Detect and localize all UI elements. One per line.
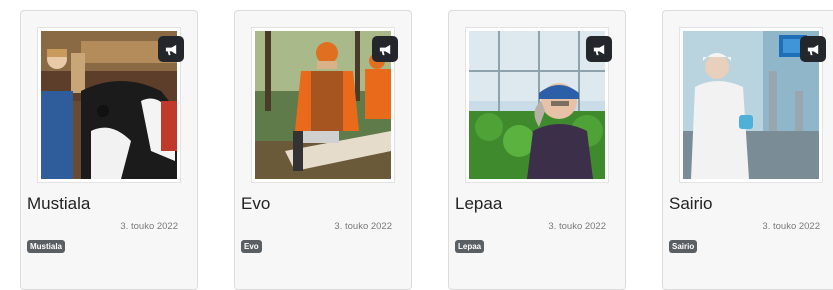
megaphone-icon[interactable] [372, 36, 398, 62]
card-date: 3. touko 2022 [120, 221, 178, 232]
card-mustiala[interactable]: Mustiala 3. touko 2022 Mustiala [20, 10, 198, 290]
card-tag-badge[interactable]: Sairio [669, 240, 698, 253]
card-image-frame[interactable] [679, 27, 826, 183]
card-evo[interactable]: Evo 3. touko 2022 Evo [234, 10, 412, 290]
card-image-frame[interactable] [465, 27, 612, 183]
card-image-frame[interactable] [37, 27, 184, 183]
card-date: 3. touko 2022 [334, 221, 392, 232]
cow-in-barn-photo[interactable] [41, 31, 177, 179]
card-tag-badge[interactable]: Mustiala [27, 240, 66, 253]
laboratory-worker-photo[interactable] [683, 31, 819, 179]
greenhouse-gardener-photo[interactable] [469, 31, 605, 179]
card-lepaa[interactable]: Lepaa 3. touko 2022 Lepaa [448, 10, 626, 290]
card-title[interactable]: Sairio [669, 194, 712, 214]
card-image-frame[interactable] [251, 27, 398, 183]
card-date: 3. touko 2022 [548, 221, 606, 232]
card-title[interactable]: Mustiala [27, 194, 90, 214]
forestry-chainsaw-photo[interactable] [255, 31, 391, 179]
card-tag-badge[interactable]: Lepaa [455, 240, 485, 253]
card-tag-badge[interactable]: Evo [241, 240, 262, 253]
megaphone-icon[interactable] [800, 36, 826, 62]
megaphone-icon[interactable] [586, 36, 612, 62]
megaphone-icon[interactable] [158, 36, 184, 62]
card-date: 3. touko 2022 [762, 221, 820, 232]
card-title[interactable]: Lepaa [455, 194, 502, 214]
card-sairio[interactable]: Sairio 3. touko 2022 Sairio [662, 10, 833, 290]
card-title[interactable]: Evo [241, 194, 270, 214]
